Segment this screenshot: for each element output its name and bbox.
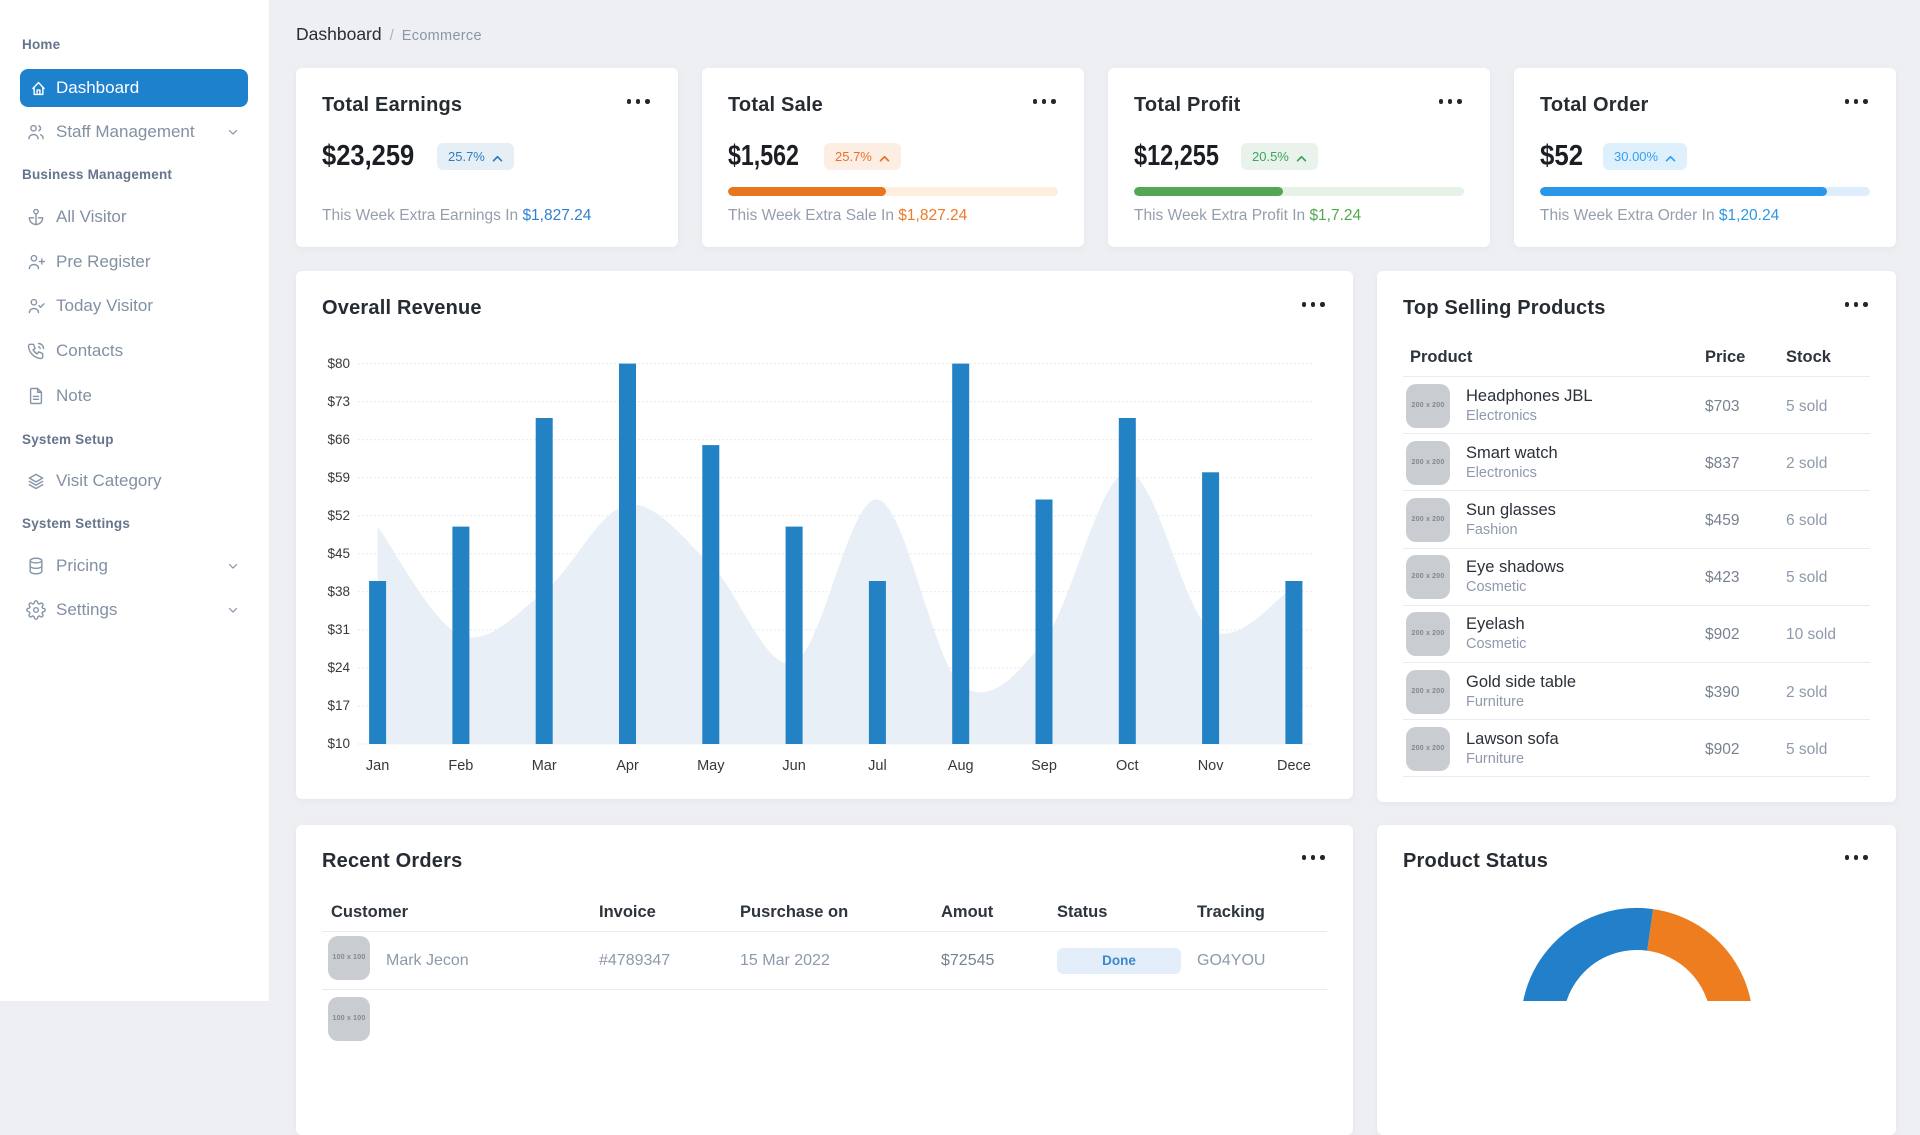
svg-text:Aug: Aug (948, 758, 974, 774)
svg-text:Apr: Apr (616, 758, 639, 774)
svg-text:Oct: Oct (1116, 758, 1139, 774)
svg-text:$38: $38 (327, 584, 350, 599)
svg-text:$52: $52 (327, 508, 350, 523)
svg-text:Jul: Jul (868, 758, 887, 774)
svg-text:$73: $73 (327, 394, 350, 409)
svg-text:Jun: Jun (782, 758, 805, 774)
svg-text:May: May (697, 758, 725, 774)
svg-text:Mar: Mar (532, 758, 557, 774)
svg-text:$59: $59 (327, 470, 350, 485)
svg-text:$45: $45 (327, 546, 350, 561)
svg-text:$66: $66 (327, 432, 350, 447)
svg-text:$31: $31 (327, 622, 350, 637)
svg-text:Dece: Dece (1277, 758, 1311, 774)
svg-text:$10: $10 (327, 736, 350, 751)
svg-text:Jan: Jan (366, 758, 389, 774)
svg-text:$17: $17 (327, 698, 350, 713)
svg-text:$80: $80 (327, 356, 350, 371)
svg-text:$24: $24 (327, 660, 350, 675)
svg-text:Sep: Sep (1031, 758, 1057, 774)
svg-text:Feb: Feb (448, 758, 473, 774)
svg-text:Nov: Nov (1198, 758, 1225, 774)
